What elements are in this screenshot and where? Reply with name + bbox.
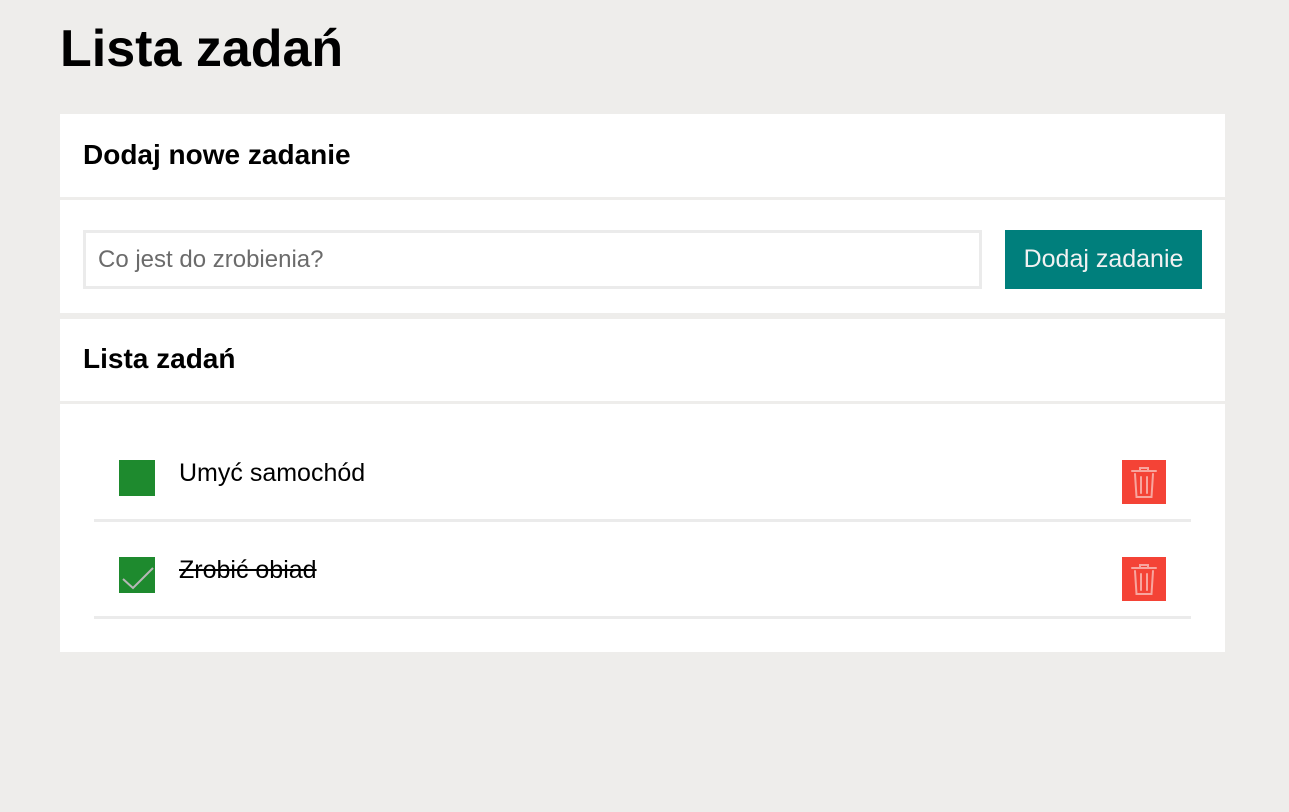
task-text: Zrobić obiad bbox=[179, 556, 317, 584]
task-list-heading: Lista zadań bbox=[83, 343, 236, 374]
delete-task-button[interactable] bbox=[1122, 557, 1166, 601]
check-icon bbox=[122, 567, 154, 590]
task-item: Zrobić obiad bbox=[94, 524, 1191, 619]
task-checkbox[interactable] bbox=[119, 557, 155, 593]
trash-icon bbox=[1131, 564, 1157, 595]
task-checkbox[interactable] bbox=[119, 460, 155, 496]
task-text: Umyć samochód bbox=[179, 459, 366, 487]
add-task-button[interactable]: Dodaj zadanie bbox=[1005, 230, 1202, 289]
new-task-input[interactable] bbox=[83, 230, 982, 289]
add-task-header: Dodaj nowe zadanie bbox=[60, 114, 1225, 197]
task-list: Umyć samochód Zrobić obiad bbox=[60, 404, 1225, 652]
add-task-form: Dodaj zadanie bbox=[60, 200, 1225, 313]
task-item: Umyć samochód bbox=[94, 427, 1191, 522]
page-title: Lista zadań bbox=[60, 20, 344, 78]
trash-icon bbox=[1131, 467, 1157, 498]
add-task-heading: Dodaj nowe zadanie bbox=[83, 139, 351, 170]
task-list-header: Lista zadań bbox=[60, 319, 1225, 401]
delete-task-button[interactable] bbox=[1122, 460, 1166, 504]
